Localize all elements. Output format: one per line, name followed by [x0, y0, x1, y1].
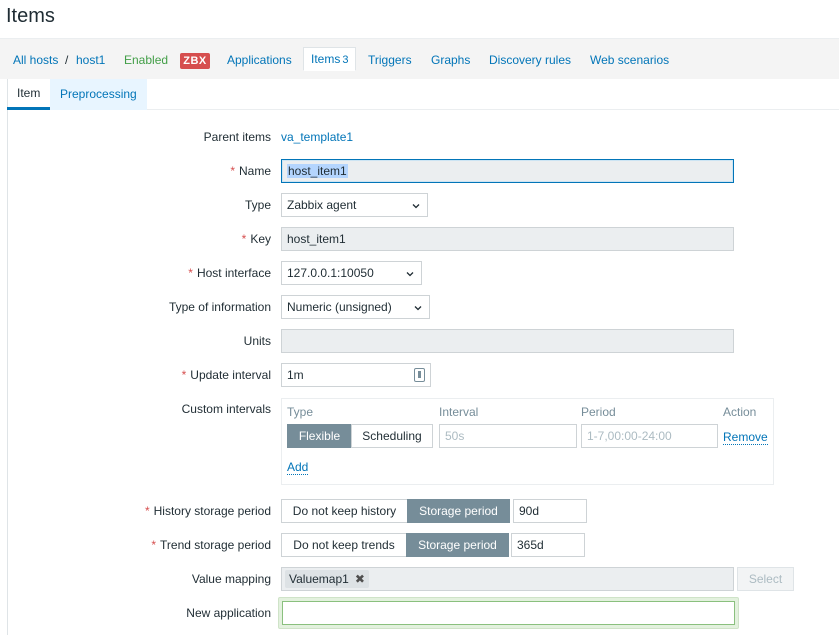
- update-interval-input[interactable]: 1m: [281, 363, 431, 387]
- required-mark: *: [144, 504, 150, 518]
- parent-item-link[interactable]: va_template1: [281, 130, 353, 144]
- valuemap-tag-label: Valuemap1: [289, 572, 349, 586]
- key-input[interactable]: host_item1: [281, 227, 734, 251]
- type-select[interactable]: Zabbix agent: [281, 193, 428, 217]
- history-label: * History storage period: [145, 504, 271, 518]
- new-application-label: New application: [186, 606, 271, 620]
- ci-header-type: Type: [287, 405, 314, 419]
- trend-label-text: Trend storage period: [160, 538, 271, 552]
- valuemap-tag: Valuemap1 ✖: [285, 570, 369, 588]
- form-tabs: Item Preprocessing: [7, 79, 839, 110]
- nav-web-scenarios-link[interactable]: Web scenarios: [590, 53, 669, 67]
- tab-preprocessing[interactable]: Preprocessing: [50, 79, 147, 110]
- trend-storage-period-toggle[interactable]: Storage period: [406, 533, 509, 557]
- period-input[interactable]: 1-7,00:00-24:00: [581, 424, 718, 448]
- nav-items-tab[interactable]: Items 3: [303, 47, 357, 71]
- type-of-information-label: Type of information: [168, 300, 271, 314]
- host-status-enabled[interactable]: Enabled: [124, 53, 168, 67]
- history-label-text: History storage period: [153, 504, 271, 518]
- host-interface-value: 127.0.0.1:10050: [287, 266, 374, 280]
- key-label: * Key: [242, 232, 271, 246]
- type-of-information-value: Numeric (unsigned): [287, 300, 392, 314]
- value-mapping-select-button: Select: [737, 567, 794, 591]
- name-input-value: host_item1: [287, 164, 348, 178]
- new-application-focus-ring: [278, 597, 739, 629]
- key-label-text: Key: [250, 232, 271, 246]
- type-select-value: Zabbix agent: [287, 198, 357, 212]
- page-title: Items: [6, 5, 55, 27]
- trend-do-not-keep-toggle[interactable]: Do not keep trends: [281, 533, 407, 557]
- history-storage-period-toggle[interactable]: Storage period: [407, 499, 510, 523]
- type-of-information-select[interactable]: Numeric (unsigned): [281, 295, 430, 319]
- units-input[interactable]: [281, 329, 734, 353]
- zbx-availability-badge: ZBX: [180, 53, 210, 69]
- ci-header-interval: Interval: [439, 405, 479, 419]
- ci-header-action: Action: [723, 405, 757, 419]
- nav-discovery-rules-link[interactable]: Discovery rules: [489, 53, 571, 67]
- name-label-text: Name: [238, 164, 271, 178]
- host-navigation-bar: All hosts / host1 Enabled ZBX Applicatio…: [0, 38, 839, 79]
- update-interval-label: * Update interval: [182, 368, 271, 382]
- scheduling-toggle[interactable]: Scheduling: [351, 424, 433, 448]
- custom-intervals-table: Type Interval Period Action Flexible Sch…: [281, 398, 774, 485]
- update-interval-value: 1m: [287, 368, 304, 382]
- type-label: Type: [244, 198, 271, 212]
- required-mark: *: [230, 164, 235, 178]
- required-mark: *: [241, 232, 247, 246]
- value-mapping-label: Value mapping: [191, 572, 271, 586]
- new-application-input[interactable]: [282, 601, 735, 625]
- host-interface-label: * Host interface: [188, 266, 271, 280]
- host-interface-select[interactable]: 127.0.0.1:10050: [281, 261, 422, 285]
- trend-label: * Trend storage period: [151, 538, 271, 552]
- name-label: * Name: [230, 164, 271, 178]
- tab-item[interactable]: Item: [7, 79, 51, 110]
- nav-items-count: 3: [342, 54, 349, 66]
- remove-interval-link[interactable]: Remove: [723, 430, 768, 445]
- history-period-input[interactable]: 90d: [513, 499, 587, 523]
- required-mark: *: [181, 368, 187, 382]
- chevron-down-icon: [412, 204, 420, 209]
- host-interface-label-text: Host interface: [196, 266, 271, 280]
- host-link[interactable]: host1: [76, 53, 105, 67]
- update-interval-label-text: Update interval: [190, 368, 271, 382]
- breadcrumb-separator: /: [65, 53, 69, 67]
- trend-period-input[interactable]: 365d: [511, 533, 585, 557]
- interval-input[interactable]: 50s: [439, 424, 577, 448]
- units-label: Units: [243, 334, 271, 348]
- remove-tag-icon[interactable]: ✖: [355, 572, 365, 586]
- all-hosts-link[interactable]: All hosts: [13, 53, 58, 67]
- history-do-not-keep-toggle[interactable]: Do not keep history: [281, 499, 408, 523]
- nav-applications-link[interactable]: Applications: [227, 53, 292, 67]
- macro-icon[interactable]: [414, 368, 425, 382]
- flexible-toggle[interactable]: Flexible: [287, 424, 352, 448]
- required-mark: *: [188, 266, 193, 280]
- add-interval-link[interactable]: Add: [287, 460, 309, 475]
- chevron-down-icon: [414, 306, 422, 311]
- nav-items-label: Items: [311, 52, 341, 66]
- required-mark: *: [151, 538, 157, 552]
- parent-items-label: Parent items: [203, 130, 271, 144]
- ci-header-period: Period: [581, 405, 616, 419]
- name-input[interactable]: host_item1: [281, 159, 734, 183]
- chevron-down-icon: [406, 272, 414, 277]
- nav-triggers-link[interactable]: Triggers: [368, 53, 412, 67]
- custom-intervals-label: Custom intervals: [181, 402, 271, 416]
- nav-graphs-link[interactable]: Graphs: [431, 53, 470, 67]
